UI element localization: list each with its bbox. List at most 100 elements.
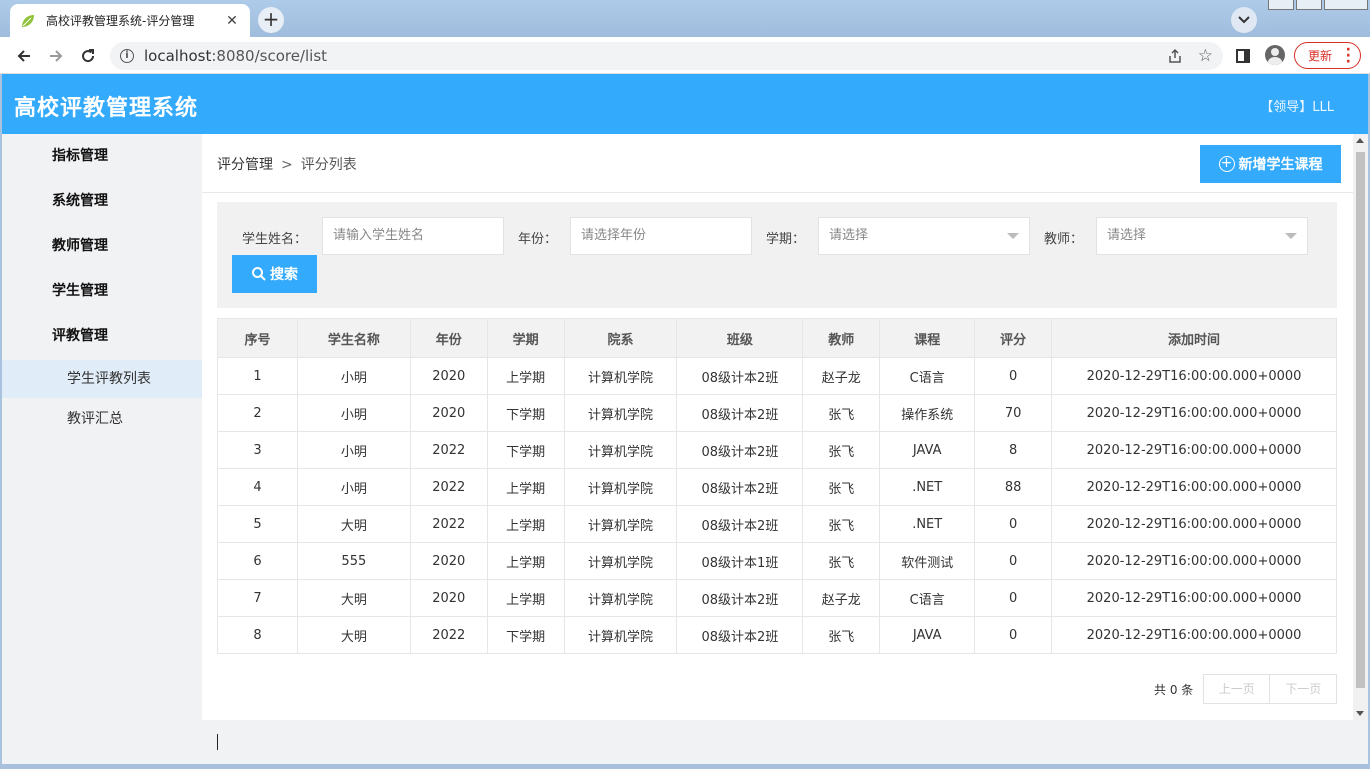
table-row[interactable]: 1 小明 2020 上学期 计算机学院 08级计本2班 赵子龙 C语言 0 2020-12-29T… [217,357,1337,395]
browser-tab[interactable]: 高校评教管理系统-评分管理 ✕ [10,4,250,37]
table-row[interactable]: 2 小明 2020 下学期 计算机学院 08级计本2班 张飞 操作系统 70 2020-12-29… [217,394,1337,432]
reload-button[interactable] [75,43,101,69]
table-cell: 08级计本2班 [676,431,804,469]
back-button[interactable] [11,43,37,69]
next-page-button[interactable]: 下一页 [1270,674,1338,704]
table-cell: 大明 [296,616,411,654]
table-cell: 08级计本2班 [676,468,804,506]
table-cell: 上学期 [486,505,565,543]
table-row[interactable]: 3 小明 2022 下学期 计算机学院 08级计本2班 张飞 JAVA 8 2020-12-29T… [217,431,1337,469]
scroll-down-arrow-icon[interactable] [1356,711,1364,716]
table-row[interactable]: 5 大明 2022 上学期 计算机学院 08级计本2班 张飞 .NET 0 2020-12-29T… [217,505,1337,543]
student-name-input[interactable]: 请输入学生姓名 [322,217,504,255]
table-cell: 8 [974,431,1053,469]
scrollbar-thumb[interactable] [1356,152,1365,688]
table-cell: 张飞 [802,505,881,543]
table-cell: 2020-12-29T16:00:00.000+0000 [1051,468,1337,506]
vertical-scrollbar[interactable] [1353,134,1368,720]
table-cell: 2022 [409,616,488,654]
table-cell: 赵子龙 [802,579,881,617]
teacher-label: 教师： [1044,232,1084,247]
window-bottom-edge [0,764,1370,769]
sidebar-item-system[interactable]: 系统管理 [2,182,202,220]
breadcrumb-current: 评分列表 [300,157,357,173]
table-cell: 1 [217,357,298,395]
sidebar-item-students[interactable]: 学生管理 [2,272,202,310]
year-label: 年份： [518,232,558,247]
add-student-course-button[interactable]: + 新增学生课程 [1200,145,1341,183]
table-cell: C语言 [879,579,976,617]
year-picker[interactable]: 请选择年份 [570,217,752,255]
site-info-icon[interactable]: i [120,49,134,63]
table-cell: .NET [879,505,976,543]
table-row[interactable]: 8 大明 2022 下学期 计算机学院 08级计本2班 张飞 JAVA 0 2020-12-29T… [217,616,1337,654]
table-cell: 计算机学院 [563,431,678,469]
leaf-favicon-icon [20,13,36,29]
search-panel: 学生姓名： 请输入学生姓名 年份： 请选择年份 学期： 请选择 教师： 请选择 … [217,202,1337,308]
table-body: 1 小明 2020 上学期 计算机学院 08级计本2班 赵子龙 C语言 0 2020-12-29T… [217,357,1337,654]
table-cell: .NET [879,468,976,506]
search-button[interactable]: 搜索 [232,255,317,293]
share-icon[interactable] [1167,48,1183,68]
table-cell: 5 [217,505,298,543]
tab-close-icon[interactable]: ✕ [224,13,240,29]
table-cell: 70 [974,394,1053,432]
table-cell: 0 [974,542,1053,580]
forward-button[interactable] [43,43,69,69]
term-select[interactable]: 请选择 [818,217,1030,255]
column-header: 添加时间 [1051,318,1337,358]
table-cell: 08级计本2班 [676,616,804,654]
table-cell: 2020 [409,357,488,395]
scroll-up-arrow-icon[interactable] [1356,138,1364,143]
sidebar-subitem-student-eval-list[interactable]: 学生评教列表 [2,360,202,398]
sidebar-item-teachers[interactable]: 教师管理 [2,227,202,265]
sidebar-subitem-eval-summary[interactable]: 教评汇总 [2,400,202,438]
url-bar[interactable]: i localhost:8080/score/list ☆ [110,42,1223,70]
column-header: 序号 [217,318,298,358]
table-cell: 08级计本2班 [676,505,804,543]
prev-page-button[interactable]: 上一页 [1203,674,1271,704]
app-header: 高校评教管理系统 【领导】LLL [2,74,1368,134]
table-cell: 张飞 [802,468,881,506]
table-cell: 上学期 [486,542,565,580]
teacher-select[interactable]: 请选择 [1096,217,1308,255]
table-cell: 3 [217,431,298,469]
table-cell: 2022 [409,468,488,506]
sidebar: 指标管理 系统管理 教师管理 学生管理 评教管理 学生评教列表 教评汇总 [2,134,202,764]
table-cell: 2 [217,394,298,432]
table-cell: 7 [217,579,298,617]
breadcrumb-parent[interactable]: 评分管理 [217,157,273,173]
table-cell: 张飞 [802,431,881,469]
tab-search-button[interactable] [1231,7,1257,33]
search-button-label: 搜索 [270,267,298,283]
update-button[interactable]: 更新 · · · [1294,42,1361,69]
table-row[interactable]: 4 小明 2022 上学期 计算机学院 08级计本2班 张飞 .NET 88 2020-12-29… [217,468,1337,506]
close-window-button[interactable] [1324,0,1368,10]
table-cell: 小明 [296,431,411,469]
side-panel-icon[interactable] [1236,49,1250,63]
url-text: localhost:8080/score/list [144,47,328,65]
table-cell: 计算机学院 [563,505,678,543]
profile-avatar-icon[interactable] [1265,45,1285,65]
breadcrumb: 评分管理 > 评分列表 [217,154,357,174]
pagination: 共 0 条 上一页 下一页 [1154,674,1338,704]
column-header: 院系 [563,318,678,358]
address-toolbar: i localhost:8080/score/list ☆ 更新 · · · [0,37,1370,74]
sidebar-item-evaluation[interactable]: 评教管理 [2,317,202,355]
table-row[interactable]: 6 555 2020 上学期 计算机学院 08级计本1班 张飞 软件测试 0 2020-12-29… [217,542,1337,580]
current-user[interactable]: 【领导】LLL [1260,96,1334,115]
column-header: 评分 [974,318,1053,358]
maximize-button[interactable] [1296,0,1322,10]
add-button-label: 新增学生课程 [1238,157,1323,173]
table-cell: 大明 [296,579,411,617]
header-divider [202,192,1353,193]
sidebar-item-indicators[interactable]: 指标管理 [2,137,202,175]
table-header-row: 序号 学生名称 年份 学期 院系 班级 教师 课程 评分 添加时间 [217,318,1337,358]
bookmark-star-icon[interactable]: ☆ [1198,46,1213,66]
column-header: 课程 [879,318,976,358]
table-cell: 08级计本2班 [676,394,804,432]
minimize-button[interactable] [1268,0,1294,10]
table-cell: 大明 [296,505,411,543]
table-row[interactable]: 7 大明 2020 上学期 计算机学院 08级计本2班 赵子龙 C语言 0 2020-12-29T… [217,579,1337,617]
new-tab-button[interactable]: + [258,7,284,33]
